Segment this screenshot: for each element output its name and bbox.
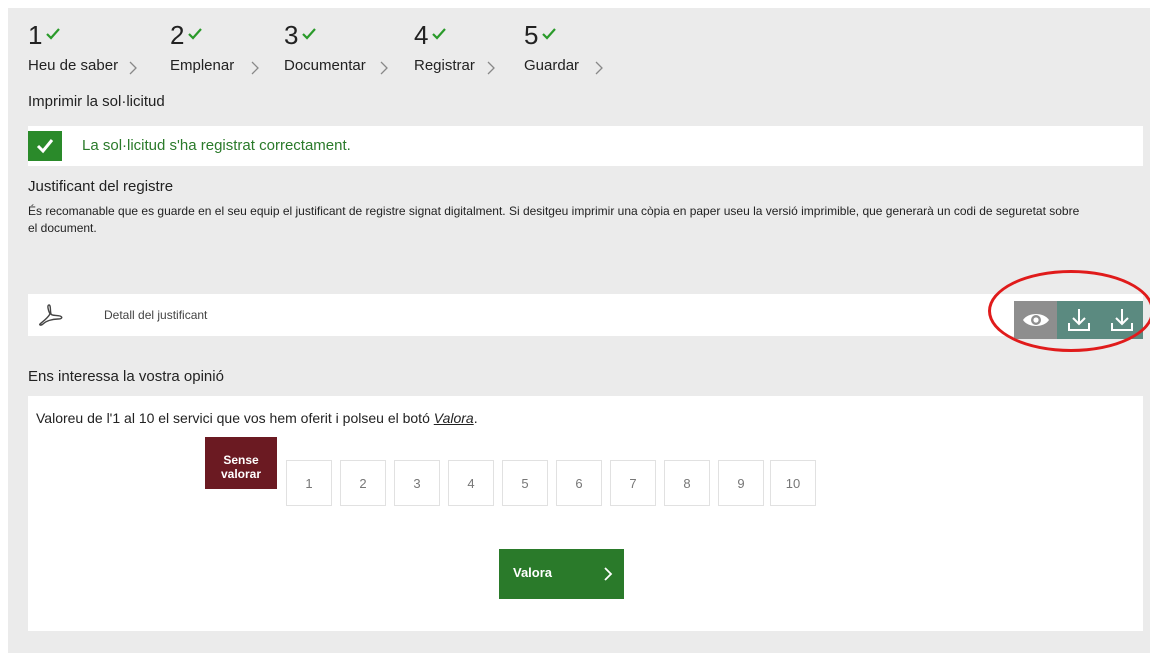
valora-button[interactable]: Valora — [499, 549, 624, 599]
step-number: 2 — [170, 20, 185, 50]
rating-box: Valoreu de l'1 al 10 el servici que vos … — [28, 396, 1143, 631]
score-button-1[interactable]: 1 — [286, 460, 332, 506]
score-button-2[interactable]: 2 — [340, 460, 386, 506]
view-document-button[interactable] — [1014, 301, 1057, 339]
step-number: 3 — [284, 20, 299, 50]
chevron-right-icon — [380, 61, 388, 75]
pdf-icon — [39, 304, 63, 326]
receipt-document-label: Detall del justificant — [104, 308, 208, 322]
score-button-7[interactable]: 7 — [610, 460, 656, 506]
chevron-right-icon — [487, 61, 495, 75]
download-icon — [1067, 309, 1090, 331]
score-button-3[interactable]: 3 — [394, 460, 440, 506]
unrated-button[interactable]: Sense valorar — [205, 437, 277, 489]
receipt-title: Justificant del registre — [28, 178, 174, 195]
step-label: Guardar — [524, 57, 580, 74]
check-icon — [188, 28, 202, 40]
success-message: La sol·licitud s'ha registrat correctame… — [82, 137, 351, 154]
download-document-button[interactable] — [1057, 301, 1100, 339]
rating-instruction-link: Valora — [433, 410, 474, 426]
download-icon — [1110, 309, 1133, 331]
check-icon — [542, 28, 556, 40]
rating-instruction-end: . — [473, 410, 478, 426]
step-label: Emplenar — [170, 57, 235, 74]
success-banner: La sol·licitud s'ha registrat correctame… — [28, 126, 1143, 166]
step-number: 5 — [524, 20, 539, 50]
rating-instruction-text: Valoreu de l'1 al 10 el servici que vos … — [36, 410, 434, 426]
score-button-4[interactable]: 4 — [448, 460, 494, 506]
step-number: 1 — [28, 20, 43, 50]
chevron-right-icon — [251, 61, 259, 75]
chevron-right-icon — [129, 61, 137, 75]
check-icon — [36, 139, 54, 154]
step-label: Heu de saber — [28, 57, 119, 74]
download-printable-button[interactable] — [1100, 301, 1143, 339]
step-number: 4 — [414, 20, 429, 50]
step-label: Registrar — [414, 57, 475, 74]
page-title: Imprimir la sol·licitud — [28, 93, 165, 110]
score-button-5[interactable]: 5 — [502, 460, 548, 506]
receipt-document-row: Detall del justificant — [28, 294, 1143, 336]
success-check-box — [28, 131, 62, 161]
score-button-10[interactable]: 10 — [770, 460, 816, 506]
check-icon — [46, 28, 60, 40]
chevron-right-icon — [604, 567, 613, 581]
check-icon — [432, 28, 446, 40]
valora-button-label: Valora — [513, 565, 553, 580]
score-button-9[interactable]: 9 — [718, 460, 764, 506]
main-panel: 1 Heu de saber 2 Emplenar 3 Documentar 4… — [8, 8, 1150, 653]
step-label: Documentar — [284, 57, 366, 74]
eye-icon — [1022, 314, 1049, 326]
rating-instruction: Valoreu de l'1 al 10 el servici que vos … — [36, 410, 478, 426]
receipt-description: És recomanable que es guarde en el seu e… — [28, 204, 1080, 235]
chevron-right-icon — [595, 61, 603, 75]
opinion-title: Ens interessa la vostra opinió — [28, 368, 224, 385]
score-button-8[interactable]: 8 — [664, 460, 710, 506]
score-button-6[interactable]: 6 — [556, 460, 602, 506]
check-icon — [302, 28, 316, 40]
